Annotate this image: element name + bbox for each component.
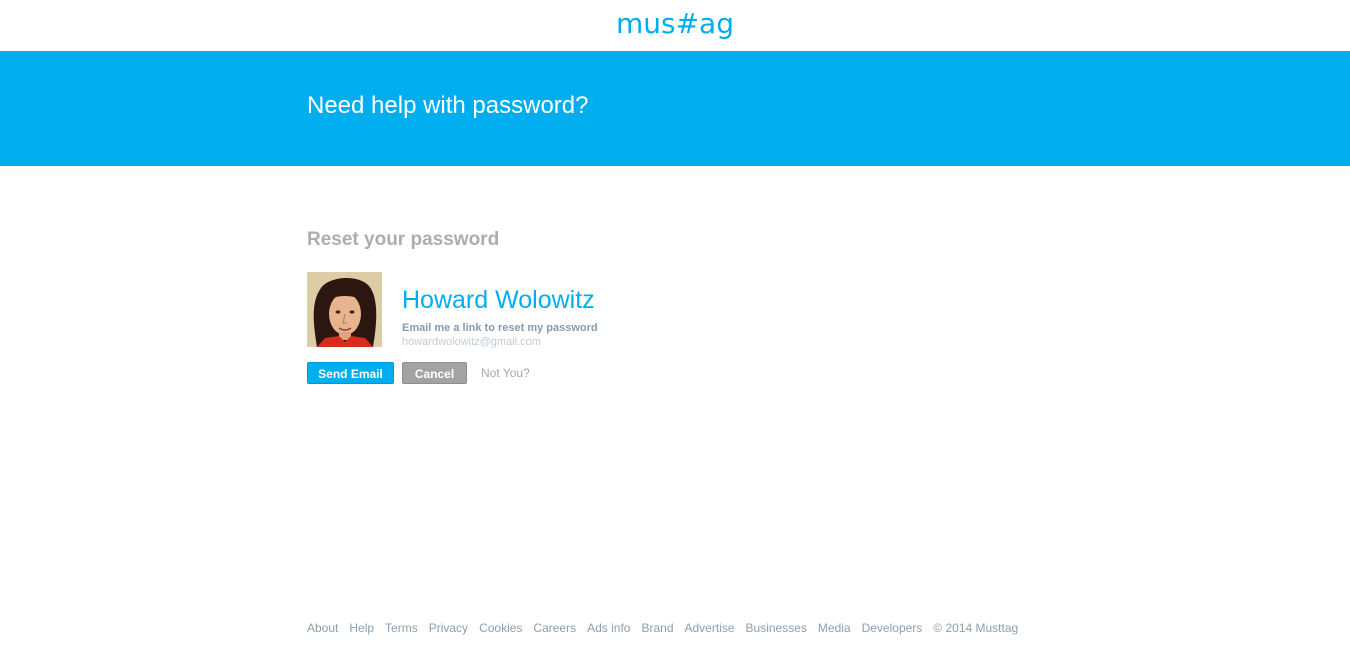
user-email: howardwolowitz@gmail.com [402,336,541,348]
copyright: © 2014 Musttag [933,621,1019,635]
footer-link-about[interactable]: About [307,620,338,636]
footer-link-media[interactable]: Media [818,620,851,636]
avatar-portrait-image [307,272,382,347]
logo[interactable]: mus#ag [0,6,1350,42]
footer-links: About Help Terms Privacy Cookies Careers… [307,620,1029,636]
footer-link-cookies[interactable]: Cookies [479,620,522,636]
footer-link-help[interactable]: Help [349,620,374,636]
footer-link-careers[interactable]: Careers [533,620,576,636]
footer-link-ads-info[interactable]: Ads info [587,620,630,636]
send-email-button[interactable]: Send Email [307,362,394,384]
footer-link-privacy[interactable]: Privacy [429,620,468,636]
email-hint-text: Email me a link to reset my password [402,322,598,334]
section-title: Reset your password [307,229,500,250]
footer-link-businesses[interactable]: Businesses [746,620,807,636]
footer-link-developers[interactable]: Developers [862,620,923,636]
hero-banner: Need help with password? [0,51,1350,166]
page-title: Need help with password? [307,92,589,119]
footer-link-advertise[interactable]: Advertise [685,620,735,636]
not-you-link[interactable]: Not You? [481,366,530,380]
top-bar: mus#ag [0,0,1350,51]
user-name: Howard Wolowitz [402,286,595,314]
footer-link-brand[interactable]: Brand [641,620,673,636]
footer-link-terms[interactable]: Terms [385,620,418,636]
avatar [307,272,382,347]
cancel-button[interactable]: Cancel [402,362,467,384]
